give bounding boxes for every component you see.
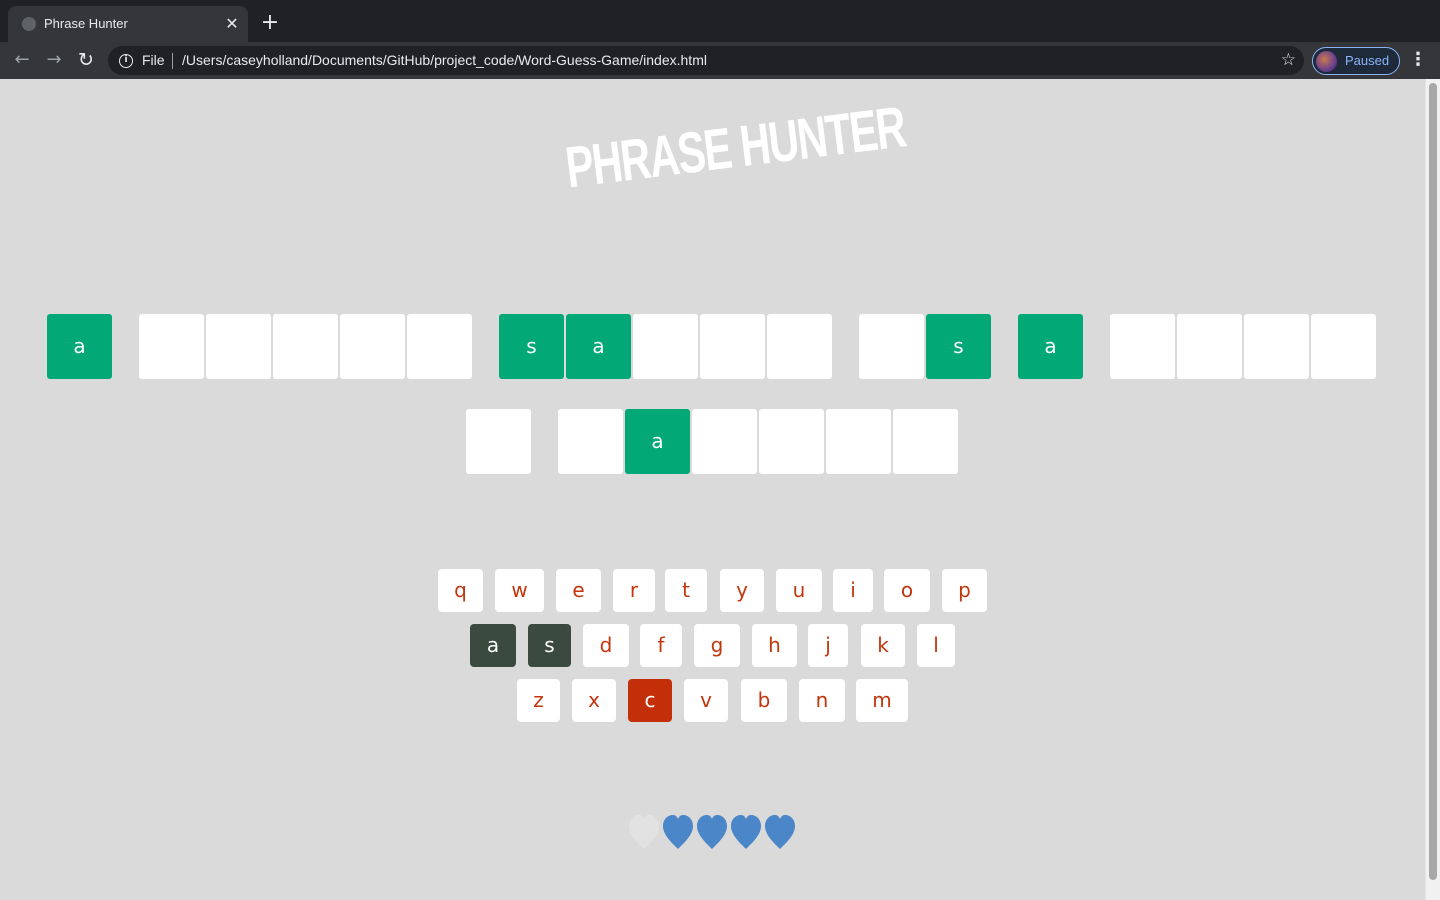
browser-tab[interactable]: Phrase Hunter ✕ <box>8 6 248 42</box>
phrase-letter-tile: a <box>47 314 112 379</box>
avatar <box>1316 51 1337 72</box>
phrase-letter-tile <box>633 314 698 379</box>
phrase-letter-tile: s <box>926 314 991 379</box>
phrase-letter-tile <box>206 314 271 379</box>
page-scrollbar[interactable] <box>1425 79 1440 900</box>
key-z[interactable]: z <box>517 679 560 722</box>
key-h[interactable]: h <box>752 624 797 667</box>
phrase-letter-tile: a <box>1018 314 1083 379</box>
live-heart-icon <box>663 815 693 849</box>
key-l[interactable]: l <box>917 624 955 667</box>
phrase-letter-tile <box>759 409 824 474</box>
phrase-letter-tile <box>466 409 531 474</box>
key-t[interactable]: t <box>665 569 707 612</box>
key-o[interactable]: o <box>884 569 930 612</box>
key-i[interactable]: i <box>833 569 873 612</box>
info-icon[interactable]: i <box>119 54 133 68</box>
phrase-letter-tile: a <box>625 409 690 474</box>
key-k[interactable]: k <box>861 624 905 667</box>
key-v[interactable]: v <box>684 679 728 722</box>
phrase-letter-tile <box>1244 314 1309 379</box>
key-p[interactable]: p <box>942 569 987 612</box>
live-heart-icon <box>765 815 795 849</box>
address-divider <box>172 53 173 69</box>
live-heart-icon <box>697 815 727 849</box>
phrase-letter-tile: a <box>566 314 631 379</box>
phrase-letter-tile <box>139 314 204 379</box>
phrase-letter-tile <box>1311 314 1376 379</box>
key-n[interactable]: n <box>799 679 845 722</box>
profile-button[interactable]: Paused <box>1312 47 1400 75</box>
phrase-letter-tile <box>826 409 891 474</box>
phrase-letter-tile <box>558 409 623 474</box>
key-e[interactable]: e <box>556 569 601 612</box>
key-d[interactable]: d <box>583 624 629 667</box>
game-page: PHRASE HUNTER asasaa qwertyuiopasdfghjkl… <box>0 79 1425 900</box>
scrollbar-thumb[interactable] <box>1429 83 1437 880</box>
key-b[interactable]: b <box>741 679 787 722</box>
lost-heart-icon <box>629 815 659 849</box>
new-tab-button[interactable]: + <box>258 12 282 36</box>
key-a[interactable]: a <box>470 624 516 667</box>
key-u[interactable]: u <box>776 569 822 612</box>
phrase-letter-tile <box>859 314 924 379</box>
browser-toolbar: ← → ↻ i File /Users/caseyholland/Documen… <box>0 42 1440 79</box>
globe-icon <box>22 17 36 31</box>
menu-icon[interactable]: ⋮ <box>1408 48 1428 72</box>
phrase-letter-tile <box>700 314 765 379</box>
key-m[interactable]: m <box>856 679 908 722</box>
phrase-letter-tile <box>1110 314 1175 379</box>
phrase-letter-tile <box>407 314 472 379</box>
phrase-letter-tile <box>273 314 338 379</box>
key-r[interactable]: r <box>613 569 655 612</box>
tab-title: Phrase Hunter <box>44 16 128 31</box>
star-icon[interactable]: ☆ <box>1281 49 1296 71</box>
key-x[interactable]: x <box>572 679 616 722</box>
key-c[interactable]: c <box>628 679 672 722</box>
key-w[interactable]: w <box>495 569 544 612</box>
address-bar[interactable]: i File /Users/caseyholland/Documents/Git… <box>108 46 1304 75</box>
phrase-letter-tile <box>767 314 832 379</box>
key-j[interactable]: j <box>808 624 848 667</box>
browser-tab-strip: Phrase Hunter ✕ + <box>0 0 1440 42</box>
forward-arrow-icon[interactable]: → <box>41 47 67 73</box>
phrase-letter-tile <box>893 409 958 474</box>
url-text[interactable]: /Users/caseyholland/Documents/GitHub/pro… <box>182 52 707 68</box>
phrase-letter-tile: s <box>499 314 564 379</box>
phrase-letter-tile <box>340 314 405 379</box>
key-g[interactable]: g <box>694 624 740 667</box>
key-q[interactable]: q <box>438 569 483 612</box>
key-y[interactable]: y <box>720 569 764 612</box>
live-heart-icon <box>731 815 761 849</box>
key-s[interactable]: s <box>528 624 571 667</box>
back-arrow-icon[interactable]: ← <box>9 47 35 73</box>
phrase-letter-tile <box>1177 314 1242 379</box>
close-tab-icon[interactable]: ✕ <box>222 14 242 34</box>
key-f[interactable]: f <box>640 624 682 667</box>
reload-icon[interactable]: ↻ <box>73 47 99 73</box>
phrase-letter-tile <box>692 409 757 474</box>
scheme-label: File <box>142 52 165 68</box>
game-title: PHRASE HUNTER <box>562 94 909 201</box>
profile-status-label: Paused <box>1345 53 1390 68</box>
